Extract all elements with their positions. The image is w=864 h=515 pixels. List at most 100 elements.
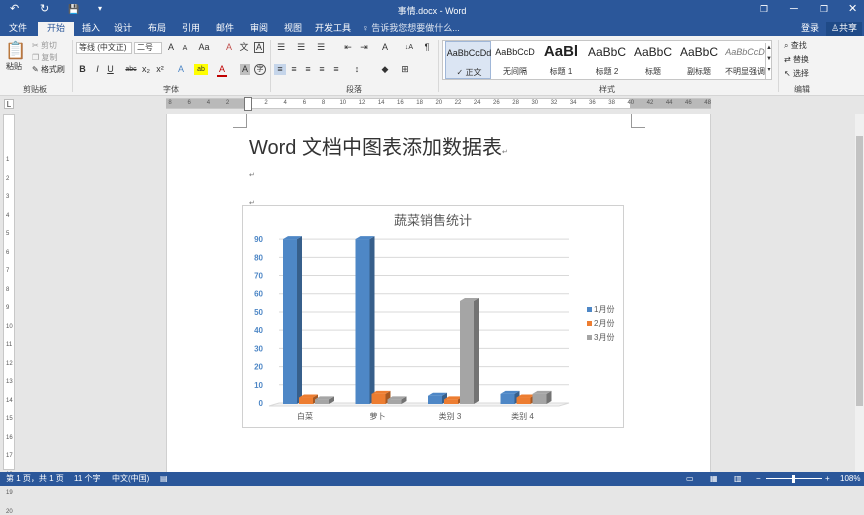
multilevel-list-icon[interactable]: ☰ [314,42,328,53]
shrink-font-icon[interactable]: A [180,43,190,54]
phonetic-guide-icon[interactable]: 文 [238,42,250,53]
chart-object[interactable]: 蔬菜销售统计 0 10 20 30 40 50 60 70 80 90 白菜 萝卜 类别 3 类别 4 1月份… [242,205,624,428]
style-no-spacing[interactable]: AaBbCcD 无间隔 [492,41,538,79]
style-subtitle[interactable]: AaBbC 副标题 [676,41,722,79]
ruler-number: 4 [283,100,287,106]
tab-design[interactable]: 设计 [108,22,138,36]
tab-file[interactable]: 文件 [0,22,36,36]
close-icon[interactable]: ✕ [848,3,857,15]
bar [500,393,515,404]
minimize-icon[interactable]: ─ [790,3,798,15]
share-button[interactable]: ♙共享 [826,22,862,36]
y-tick-label: 80 [254,253,263,262]
underline-button[interactable]: U [106,64,115,75]
style-heading-1[interactable]: AaBl 标题 1 [538,41,584,79]
character-border-icon[interactable]: A [254,42,264,53]
page-count[interactable]: 第 1 页，共 1 页 [6,474,64,484]
format-painter-button[interactable]: ✎ 格式刷 [32,65,65,75]
ruler-number: 17 [6,453,13,459]
tab-layout[interactable]: 布局 [140,22,174,36]
cut-button[interactable]: ✂ 剪切 [32,41,57,51]
align-left-icon[interactable]: ≡ [274,64,286,75]
horizontal-ruler[interactable]: L 8 6 4 2 2 4 6 8 10 12 14 16 18 20 22 24 26 28 30 32 34 36 38… [0,96,864,112]
web-layout-icon[interactable]: ▥ [734,474,742,484]
title-bar: ↶ ↻ 💾 ▾ 事情.docx - Word ❐ ─ ❐ ✕ [0,0,864,20]
change-case-icon[interactable]: Aa [196,42,212,53]
document-heading[interactable]: Word 文档中图表添加数据表↵ [249,131,508,160]
align-center-icon[interactable]: ≡ [288,64,300,75]
chinese-layout-icon[interactable]: A [378,42,392,53]
justify-icon[interactable]: ≡ [316,64,328,75]
select-button[interactable]: ↖ 选择 [784,69,809,79]
tell-me-box[interactable]: ♀ 告诉我您想要做什么... [362,22,462,36]
line-spacing-icon[interactable]: ↕ [350,64,364,75]
paste-icon[interactable]: 📋 [5,41,27,60]
print-layout-icon[interactable]: ▦ [710,474,718,484]
copy-button[interactable]: ❐ 复制 [32,53,57,63]
font-name-combo[interactable]: 等线 (中文正) [76,42,132,54]
numbering-icon[interactable]: ☰ [294,42,308,53]
tab-references[interactable]: 引用 [176,22,206,36]
zoom-level[interactable]: 108% [840,474,860,484]
text-effects-icon[interactable]: A [176,64,186,75]
maximize-icon[interactable]: ❐ [820,3,828,15]
replace-button[interactable]: ⇄ 替换 [784,55,809,65]
find-button[interactable]: ⌕ 查找 [784,41,807,51]
indent-marker[interactable] [244,97,252,111]
distributed-icon[interactable]: ≡ [330,64,342,75]
read-mode-icon[interactable]: ▭ [686,474,694,484]
styles-scroll-icon[interactable]: ▲ ▼ ▾ [765,43,772,79]
subscript-button[interactable]: x₂ [141,64,151,75]
show-marks-icon[interactable]: ¶ [422,42,432,53]
decrease-indent-icon[interactable]: ⇤ [342,42,354,53]
vertical-ruler[interactable]: 1234567891011121314151617181920 [3,114,15,515]
paste-label[interactable]: 粘贴 [6,62,22,72]
vertical-scrollbar[interactable] [855,114,864,472]
macro-icon[interactable]: ▤ [160,474,168,484]
tab-mailings[interactable]: 邮件 [210,22,240,36]
divider [438,40,439,92]
strikethrough-button[interactable]: abc [124,64,138,75]
style-name: 无间隔 [503,67,527,76]
style-normal[interactable]: AaBbCcDd ✓ 正文 [445,41,491,79]
font-size-combo[interactable]: 二号 [134,42,162,54]
align-right-icon[interactable]: ≡ [302,64,314,75]
sign-in-link[interactable]: 登录 [800,22,820,36]
bold-button[interactable]: B [78,64,87,75]
language-indicator[interactable]: 中文(中国) [112,474,149,484]
italic-button[interactable]: I [93,64,102,75]
ruler-number: 2 [6,175,10,182]
check-icon: ✓ [456,68,464,77]
clear-formatting-icon[interactable]: A [224,42,234,53]
ribbon-display-options-icon[interactable]: ❐ [760,3,768,15]
tab-selector[interactable]: L [4,99,14,109]
font-color-icon[interactable]: A [217,64,227,77]
style-heading-2[interactable]: AaBbC 标题 2 [584,41,630,79]
zoom-in-button[interactable]: + [825,474,830,484]
editing-group-label: 编辑 [794,85,810,94]
superscript-button[interactable]: x² [155,64,165,75]
grow-font-icon[interactable]: A [166,42,176,53]
tab-developer[interactable]: 开发工具 [312,22,354,36]
word-count[interactable]: 11 个字 [74,474,101,484]
tab-home[interactable]: 开始 [38,22,74,36]
bullets-icon[interactable]: ☰ [274,42,288,53]
character-shading-icon[interactable]: A [240,64,250,75]
scrollbar-thumb[interactable] [856,136,863,406]
tab-review[interactable]: 审阅 [244,22,274,36]
highlight-color-icon[interactable]: ab [194,64,208,75]
paragraph-shading-icon[interactable]: ◆ [378,64,392,75]
increase-indent-icon[interactable]: ⇥ [358,42,370,53]
borders-icon[interactable]: ⊞ [398,64,412,75]
x-tick-label: 类别 4 [511,411,534,421]
zoom-slider-thumb[interactable] [792,475,795,483]
zoom-out-button[interactable]: − [756,474,761,484]
style-subtle-emphasis[interactable]: AaBbCcD 不明显强调 [722,41,768,79]
tab-view[interactable]: 视图 [278,22,308,36]
ruler-number: 8 [168,100,172,106]
sort-icon[interactable]: ↓A [402,42,416,53]
tab-insert[interactable]: 插入 [76,22,106,36]
enclose-characters-icon[interactable]: 字 [254,64,266,75]
document-page[interactable]: Word 文档中图表添加数据表↵ ↵ ↵ 蔬菜销售统计 0 10 20 30 40 50 60… [166,114,711,472]
style-title[interactable]: AaBbC 标题 [630,41,676,79]
